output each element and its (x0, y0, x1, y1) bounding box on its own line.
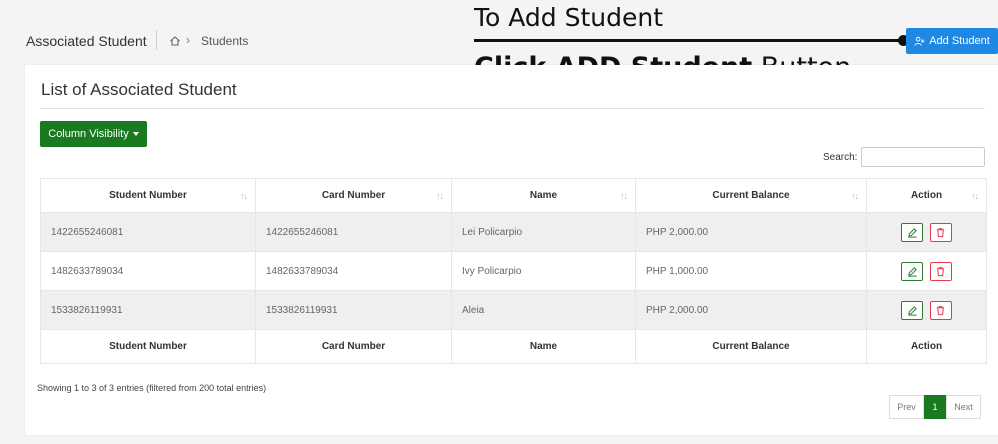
add-student-label: Add Student (929, 35, 990, 47)
sort-icon: ↑↓ (240, 191, 248, 201)
cell-action (866, 251, 987, 291)
cell-balance: PHP 2,000.00 (635, 212, 867, 252)
column-header-card-number[interactable]: Card Number ↑↓ (255, 178, 452, 213)
edit-button[interactable] (901, 222, 924, 242)
footer-name: Name (451, 329, 636, 364)
table-row: 1482633789034 1482633789034 Ivy Policarp… (40, 251, 987, 291)
column-visibility-label: Column Visibility (48, 128, 129, 140)
cell-name: Aleia (451, 290, 636, 330)
prev-page-button[interactable]: Prev (889, 395, 924, 419)
search-label: Search: (823, 152, 858, 163)
column-header-action[interactable]: Action ↑↓ (866, 178, 987, 213)
pagination: Prev 1 Next (889, 395, 981, 419)
pencil-icon (907, 305, 917, 316)
sort-icon: ↑↓ (436, 191, 444, 201)
sort-icon: ↑↓ (971, 191, 979, 201)
title-divider (156, 30, 157, 50)
column-header-current-balance[interactable]: Current Balance ↑↓ (635, 178, 867, 213)
cell-name: Lei Policarpio (451, 212, 636, 252)
footer-card-number: Card Number (255, 329, 452, 364)
page-title: Associated Student (26, 33, 147, 49)
card-divider (40, 108, 985, 109)
sort-icon: ↑↓ (851, 191, 859, 201)
sort-icon: ↑↓ (620, 191, 628, 201)
footer-action: Action (866, 329, 987, 364)
pencil-icon (907, 227, 917, 238)
cell-student-number: 1482633789034 (40, 251, 256, 291)
cell-card-number: 1482633789034 (255, 251, 452, 291)
cell-name: Ivy Policarpio (451, 251, 636, 291)
home-icon[interactable] (169, 34, 181, 46)
cell-student-number: 1533826119931 (40, 290, 256, 330)
students-table: Student Number ↑↓ Card Number ↑↓ Name ↑↓ Cu… (40, 178, 987, 364)
breadcrumb-current: Students (201, 34, 249, 48)
trash-icon (937, 266, 945, 276)
edit-button[interactable] (901, 261, 924, 281)
add-student-button[interactable]: Add Student (906, 28, 998, 54)
trash-icon (937, 227, 945, 237)
cell-student-number: 1422655246081 (40, 212, 256, 252)
column-visibility-button[interactable]: Column Visibility (40, 121, 147, 147)
cell-balance: PHP 2,000.00 (635, 290, 867, 330)
cell-card-number: 1533826119931 (255, 290, 452, 330)
search-input[interactable] (861, 147, 985, 167)
caret-down-icon (132, 132, 139, 136)
footer-current-balance: Current Balance (635, 329, 867, 364)
delete-button[interactable] (929, 222, 952, 242)
next-page-button[interactable]: Next (946, 395, 981, 419)
column-header-name[interactable]: Name ↑↓ (451, 178, 636, 213)
column-header-student-number[interactable]: Student Number ↑↓ (40, 178, 256, 213)
pencil-icon (907, 266, 917, 277)
delete-button[interactable] (929, 300, 952, 320)
annotation-line1: To Add Student (474, 3, 664, 32)
footer-student-number: Student Number (40, 329, 256, 364)
cell-action (866, 212, 987, 252)
add-user-icon (914, 36, 925, 46)
student-list-card: List of Associated Student Column Visibi… (25, 65, 998, 435)
annotation-pointer-line (474, 39, 904, 42)
trash-icon (937, 305, 945, 315)
delete-button[interactable] (929, 261, 952, 281)
chevron-right-icon: › (186, 33, 190, 47)
cell-card-number: 1422655246081 (255, 212, 452, 252)
edit-button[interactable] (901, 300, 924, 320)
card-title: List of Associated Student (41, 80, 237, 99)
cell-balance: PHP 1,000.00 (635, 251, 867, 291)
page-1-button[interactable]: 1 (924, 395, 946, 419)
table-row: 1422655246081 1422655246081 Lei Policarp… (40, 212, 987, 252)
table-info: Showing 1 to 3 of 3 entries (filtered fr… (37, 383, 267, 393)
cell-action (866, 290, 987, 330)
table-row: 1533826119931 1533826119931 Aleia PHP 2,… (40, 290, 987, 330)
